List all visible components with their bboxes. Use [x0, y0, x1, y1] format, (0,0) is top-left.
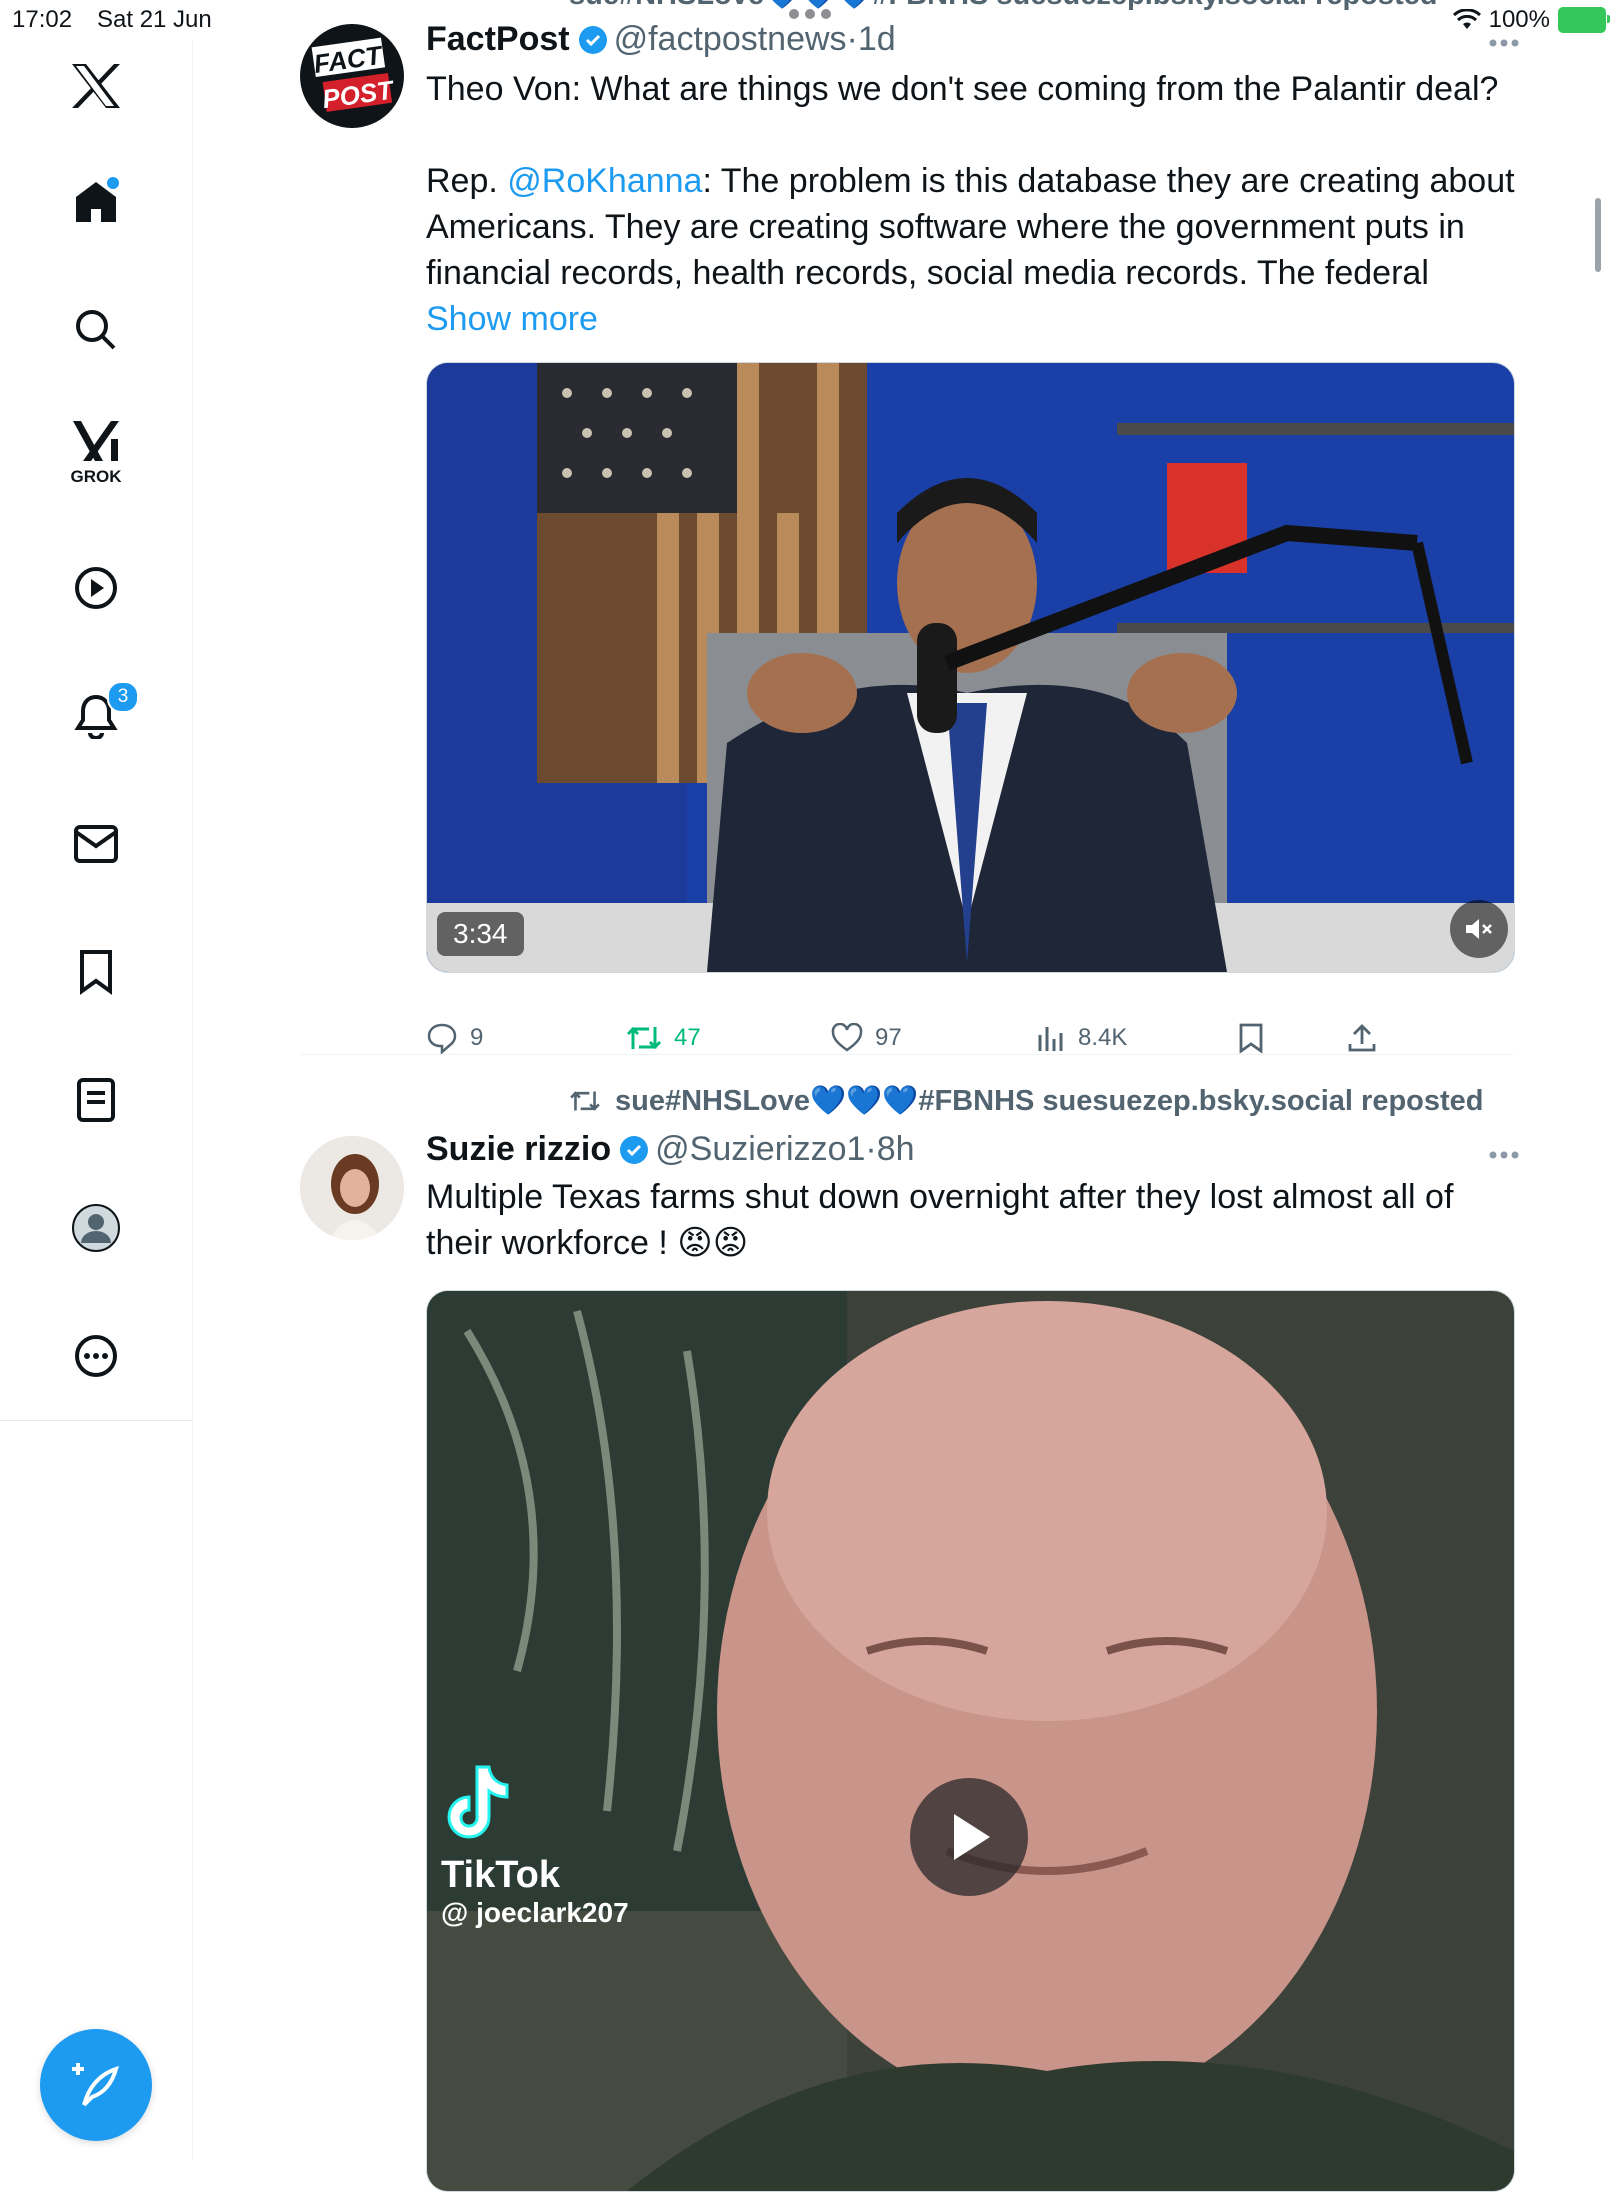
verified-badge-icon [620, 1135, 649, 1164]
tweet-time[interactable]: 8h [877, 1130, 915, 1169]
share-icon [1348, 1024, 1376, 1052]
tweet-header: FactPost @factpostnews · 1d [426, 20, 896, 59]
tweet-line-1: Theo Von: What are things we don't see c… [426, 70, 1499, 108]
tweet-header: Suzie rizzio @Suzierizzo1 · 8h [426, 1130, 915, 1169]
tweet-video[interactable]: TikTok @ joeclark207 [426, 1290, 1515, 2192]
avatar-suzie[interactable] [300, 1136, 404, 1240]
tweet-text-body: Multiple Texas farms shut down overnight… [426, 1178, 1454, 1262]
repost-label: sue#NHSLove💙💙💙#FBNHS suesuezep.bsky.soci… [615, 1085, 1484, 1117]
repost-icon [626, 1026, 662, 1050]
heart-icon [831, 1023, 863, 1052]
tiktok-brand: TikTok [441, 1854, 560, 1896]
notifications-badge: 3 [107, 681, 139, 713]
separator-dot: · [846, 20, 858, 58]
tiktok-username: @ joeclark207 [441, 1897, 629, 1928]
speaker-muted-icon [1466, 919, 1492, 939]
compose-feather-icon [72, 2063, 119, 2107]
play-icon [954, 1814, 990, 1860]
sidebar-item-lists[interactable] [51, 1055, 141, 1145]
video-duration: 3:34 [437, 912, 524, 956]
repost-attribution[interactable]: sue#NHSLove💙💙💙#FBNHS suesuezep.bsky.soci… [569, 1084, 1484, 1118]
author-handle[interactable]: @factpostnews [614, 20, 847, 59]
bookmark-icon [1239, 1023, 1263, 1054]
tweet-time[interactable]: 1d [858, 20, 896, 59]
sidebar-item-profile[interactable] [51, 1183, 141, 1273]
scrollbar[interactable] [1595, 198, 1601, 272]
tweet-text: Multiple Texas farms shut down overnight… [426, 1174, 1516, 1266]
sidebar-item-grok[interactable]: GROK [51, 405, 141, 495]
tiktok-logo-icon [447, 1765, 509, 1839]
share-button[interactable] [1346, 1013, 1378, 1063]
text-prefix: Rep. [426, 162, 508, 200]
tweet-actions: 9 47 97 8.4K [426, 1013, 1386, 1063]
timeline: sue#NHSLove💙💙💙#FBNHS suesuezep.bsky.soci… [193, 0, 1603, 2192]
avatar-text-fact: FACT [312, 40, 385, 79]
separator-dot: · [865, 1130, 877, 1168]
home-unread-dot [107, 177, 119, 189]
profile-avatar-icon [72, 1204, 120, 1252]
views-button[interactable]: 8.4K [1036, 1013, 1127, 1063]
repost-indicator-icon [570, 1091, 600, 1111]
video-thumbnail [427, 363, 1514, 972]
like-button[interactable]: 97 [831, 1013, 902, 1063]
tweet-text: Theo Von: What are things we don't see c… [426, 66, 1516, 342]
verified-badge-icon [578, 25, 607, 54]
mute-button[interactable] [1450, 900, 1508, 958]
author-handle[interactable]: @Suzierizzo1 [655, 1130, 865, 1169]
compose-post-button[interactable] [40, 2029, 152, 2141]
mention-link[interactable]: @RoKhanna [507, 162, 702, 200]
lists-icon [77, 1078, 115, 1122]
like-count: 97 [875, 1024, 902, 1051]
sidebar-divider [0, 1420, 192, 1421]
search-icon [76, 310, 116, 350]
tweet-paragraph-2: Rep. @RoKhanna: The problem is this data… [426, 158, 1516, 342]
sidebar-item-bookmarks[interactable] [51, 927, 141, 1017]
reply-count: 9 [470, 1024, 484, 1051]
tweet-video[interactable]: 3:34 [426, 362, 1515, 973]
sidebar-item-messages[interactable] [51, 799, 141, 889]
play-button[interactable] [910, 1778, 1028, 1896]
grok-icon [73, 421, 119, 461]
reply-button[interactable]: 9 [426, 1013, 483, 1063]
sidebar-item-home[interactable] [51, 157, 141, 247]
sidebar: GROK 3 [0, 40, 193, 2160]
grok-label: GROK [70, 467, 122, 486]
bookmark-icon [80, 950, 112, 995]
sidebar-item-search[interactable] [51, 285, 141, 375]
avatar-factpost[interactable]: FACT POST [300, 24, 404, 128]
tweet-divider [300, 1054, 1513, 1055]
partial-repost-line: sue#NHSLove💙💙💙#FBNHS suesuezep.bsky.soci… [569, 0, 1438, 12]
tiktok-watermark: TikTok @ joeclark207 [441, 1761, 701, 1929]
sidebar-item-more[interactable] [51, 1311, 141, 1401]
sidebar-item-videos[interactable] [51, 543, 141, 633]
video-thumbnail [427, 1291, 1514, 2191]
mail-icon [74, 825, 118, 863]
repost-count: 47 [674, 1024, 701, 1051]
bookmark-button[interactable] [1238, 1013, 1264, 1063]
views-chart-icon [1038, 1027, 1063, 1051]
video-play-icon [75, 567, 117, 609]
avatar-text-post: POST [320, 74, 396, 114]
author-name[interactable]: FactPost [426, 20, 570, 59]
status-time: 17:02 [12, 6, 73, 33]
tweet-more-icon[interactable] [1488, 1150, 1520, 1160]
show-more-link[interactable]: Show more [426, 300, 598, 338]
views-count: 8.4K [1078, 1024, 1128, 1051]
author-name[interactable]: Suzie rizzio [426, 1130, 611, 1169]
more-circle-icon [75, 1335, 117, 1377]
reply-icon [427, 1023, 457, 1054]
sidebar-item-notifications[interactable]: 3 [51, 671, 141, 761]
repost-button[interactable]: 47 [626, 1013, 701, 1063]
tweet-more-icon[interactable] [1488, 38, 1520, 48]
x-logo-icon[interactable] [51, 41, 141, 131]
